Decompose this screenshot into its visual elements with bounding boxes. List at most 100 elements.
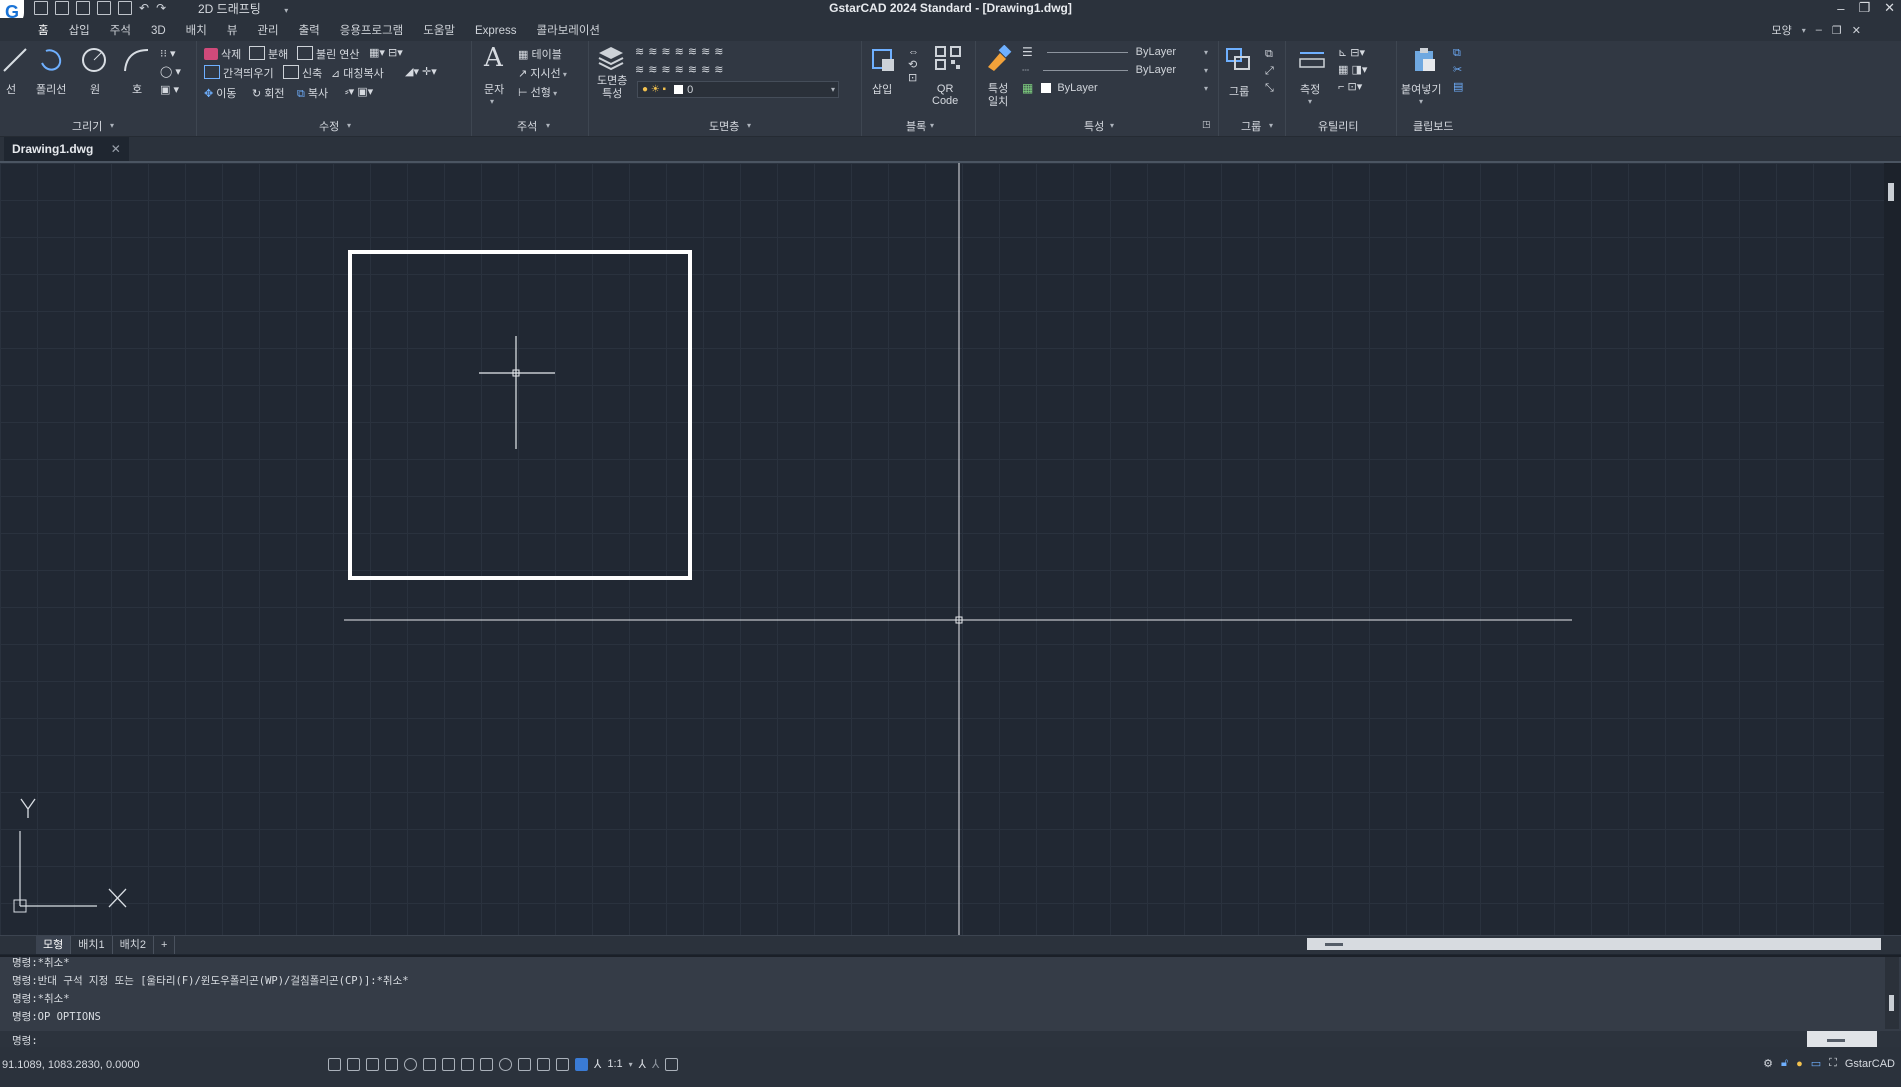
line-icon[interactable]: [2, 47, 30, 73]
layers-icon[interactable]: [556, 1057, 569, 1071]
layer-tools-row-2[interactable]: ≋≋≋≋≋≋≋: [635, 63, 728, 76]
chevron-down-icon[interactable]: ▾: [1419, 97, 1423, 106]
infer-constraints-icon[interactable]: [366, 1057, 379, 1071]
gear-icon[interactable]: ⚙: [1763, 1057, 1773, 1070]
dynamic-input-icon[interactable]: [480, 1057, 493, 1071]
annotation-visibility-icon[interactable]: ⅄: [639, 1057, 646, 1071]
color-dropdown[interactable]: ☰ ByLayer ▾: [1022, 45, 1208, 59]
annotation-monitor-icon[interactable]: [575, 1057, 588, 1071]
arc-icon[interactable]: [122, 47, 150, 73]
annotation-scale[interactable]: 1:1: [607, 1058, 622, 1070]
group-icon[interactable]: [1225, 47, 1253, 73]
move-button[interactable]: ✥ 이동: [204, 85, 237, 101]
offset-button[interactable]: 간격띄우기: [204, 65, 274, 81]
lineweight-icon[interactable]: [499, 1057, 512, 1071]
monitor-icon[interactable]: ▭: [1811, 1057, 1821, 1070]
doc-close-icon[interactable]: ✕: [1852, 24, 1861, 37]
tab-insert[interactable]: 삽입: [59, 19, 100, 41]
lineweight-dropdown[interactable]: ▦ ByLayer ▾: [1022, 81, 1208, 95]
lock-icon[interactable]: 🔓︎: [1781, 1057, 1788, 1070]
tab-express[interactable]: Express: [465, 19, 527, 41]
auto-scale-icon[interactable]: ⅄: [652, 1057, 659, 1071]
grid-snap-icon[interactable]: [328, 1057, 341, 1071]
layer-dropdown[interactable]: ● ☀ ▪ 0 ▾: [637, 81, 839, 98]
grid-display-icon[interactable]: [347, 1057, 360, 1071]
chevron-down-icon[interactable]: ▾: [347, 121, 351, 130]
ellipse-icon[interactable]: ◯ ▾: [160, 65, 181, 78]
rotate-button[interactable]: ↻ 회전: [252, 85, 285, 101]
group-tools[interactable]: ⧉ ⤢ ⤡: [1265, 46, 1274, 97]
polar-tracking-icon[interactable]: [404, 1057, 417, 1071]
document-tab[interactable]: Drawing1.dwg ✕: [4, 137, 129, 161]
tab-applications[interactable]: 응용프로그램: [330, 19, 413, 41]
circle-icon[interactable]: [80, 47, 108, 73]
doc-minimize-icon[interactable]: –: [1816, 24, 1822, 36]
hatch-icon[interactable]: ⁝⁝ ▾: [160, 47, 176, 60]
transparency-icon[interactable]: [518, 1057, 531, 1071]
chevron-down-icon[interactable]: ▾: [629, 1060, 633, 1069]
scrollbar-thumb[interactable]: [1889, 995, 1894, 1011]
object-snap-icon[interactable]: [423, 1057, 436, 1071]
chevron-down-icon[interactable]: ▾: [490, 97, 494, 106]
chevron-down-icon[interactable]: ▾: [546, 121, 550, 130]
copy-button[interactable]: ⧉ 복사: [297, 85, 328, 101]
dynamic-ucs-icon[interactable]: [461, 1057, 474, 1071]
leader-button[interactable]: ↗ 지시선 ▾: [518, 65, 567, 81]
explode-button[interactable]: 분해: [249, 46, 288, 62]
table-button[interactable]: ▦ 테이블: [518, 46, 562, 62]
boolean-button[interactable]: 불린 연산: [297, 46, 360, 62]
close-button[interactable]: ✕: [1884, 0, 1895, 16]
fullscreen-icon[interactable]: ⛶: [1829, 1057, 1837, 1070]
trim-button[interactable]: ⸗▾ ▣▾: [345, 85, 373, 98]
chevron-down-icon[interactable]: ▾: [110, 121, 114, 130]
tab-layout2[interactable]: 배치2: [113, 936, 154, 954]
command-scrollbar[interactable]: [1885, 957, 1899, 1029]
tab-help[interactable]: 도움말: [413, 19, 465, 41]
block-tools[interactable]: ⇔ ⟲ ⊡: [908, 46, 919, 84]
appearance-menu[interactable]: 모양 ▾ – ❐ ✕: [1772, 22, 1861, 38]
selection-cycling-icon[interactable]: [537, 1057, 550, 1071]
annotation-scale-icon[interactable]: ⅄: [594, 1057, 601, 1071]
scrollbar-thumb[interactable]: [1888, 183, 1894, 201]
minimize-button[interactable]: –: [1837, 1, 1844, 16]
mirror-button[interactable]: ⊿ 대칭복사: [331, 65, 384, 81]
tab-annotate[interactable]: 주석: [100, 19, 141, 41]
linetype-dropdown[interactable]: ┄ ByLayer ▾: [1022, 63, 1208, 77]
paste-icon[interactable]: [1411, 47, 1439, 73]
clipboard-tools[interactable]: ⧉ ✂ ▤: [1453, 45, 1463, 96]
scrollbar-thumb[interactable]: [1827, 1039, 1845, 1042]
tab-output[interactable]: 출력: [289, 19, 330, 41]
utility-tools[interactable]: ⊾ ⊟▾ ▦ ◨▾ ⌐ ⊡▾: [1338, 45, 1367, 96]
rectangle-icon[interactable]: ▣ ▾: [160, 83, 179, 96]
drawing-canvas[interactable]: [0, 163, 1884, 935]
text-icon[interactable]: A: [484, 43, 503, 73]
add-layout-button[interactable]: +: [154, 936, 176, 954]
polyline-icon[interactable]: [38, 47, 66, 73]
layer-properties-icon[interactable]: [597, 45, 625, 71]
layer-tools-row-1[interactable]: ≋≋≋≋≋≋≋: [635, 45, 728, 58]
properties-dialog-launcher-icon[interactable]: ◳: [1202, 119, 1211, 130]
chevron-down-icon[interactable]: ▾: [1110, 121, 1114, 130]
chevron-down-icon[interactable]: ▾: [1308, 97, 1312, 106]
tab-layout[interactable]: 배치: [176, 19, 217, 41]
linear-dim-button[interactable]: ⊢ 선형 ▾: [518, 84, 557, 100]
doc-restore-icon[interactable]: ❐: [1832, 24, 1842, 37]
chevron-down-icon[interactable]: ▾: [747, 121, 751, 130]
horizontal-scrollbar[interactable]: [1307, 938, 1881, 950]
qr-code-icon[interactable]: [934, 45, 962, 71]
close-icon[interactable]: ✕: [111, 142, 121, 156]
insert-block-icon[interactable]: [870, 47, 898, 73]
quick-properties-icon[interactable]: [665, 1057, 679, 1071]
tab-home[interactable]: 홈: [28, 19, 59, 41]
tab-manage[interactable]: 관리: [247, 19, 288, 41]
measure-icon[interactable]: [1298, 47, 1326, 73]
erase-button[interactable]: 삭제: [204, 46, 241, 62]
chevron-down-icon[interactable]: ▾: [1269, 121, 1273, 130]
scrollbar-thumb[interactable]: [1325, 943, 1343, 946]
tab-3d[interactable]: 3D: [141, 19, 176, 41]
tab-model[interactable]: 모형: [36, 936, 72, 954]
fillet-button[interactable]: ◢▾ ✛▾: [405, 65, 437, 78]
lightbulb-icon[interactable]: ●: [1796, 1058, 1803, 1070]
stretch-button[interactable]: 신축: [283, 65, 322, 81]
array-button[interactable]: ▦▾ ⊟▾: [369, 46, 403, 59]
